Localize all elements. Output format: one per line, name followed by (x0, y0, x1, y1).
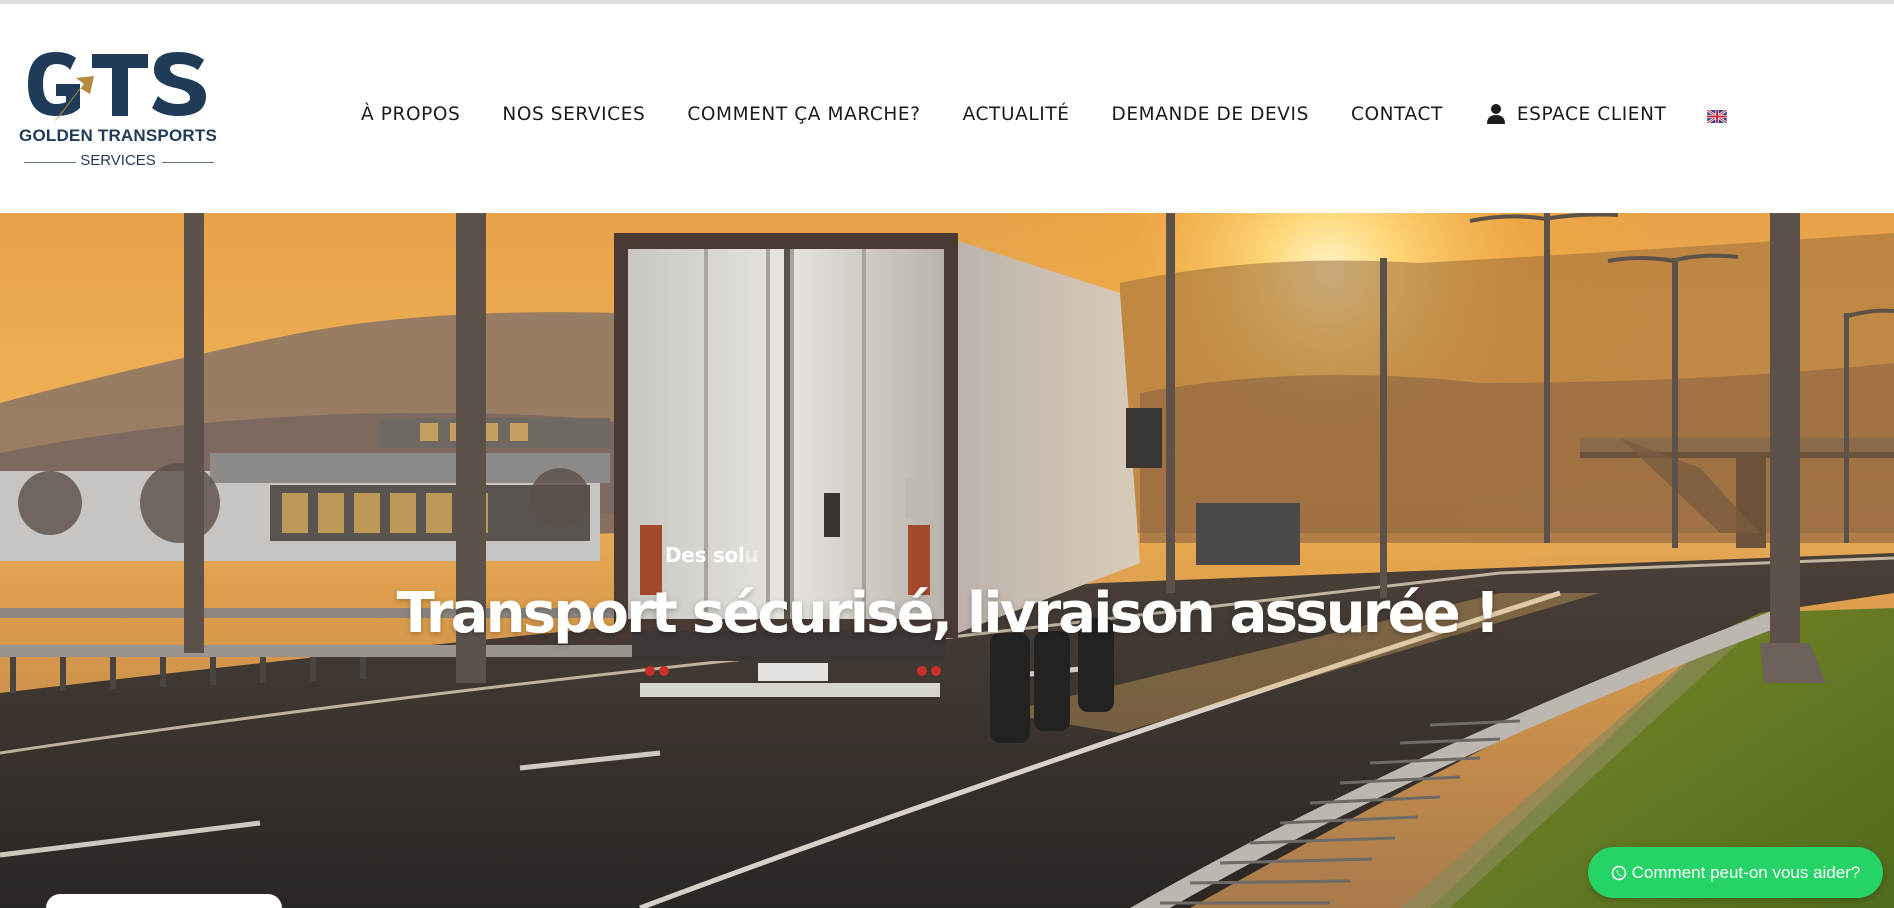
site-header: GOLDEN TRANSPORTS SERVICES À PROPOS NOS … (0, 4, 1894, 213)
user-icon (1486, 103, 1505, 125)
hero-subtitle-faded: u (744, 543, 759, 567)
main-navigation: À PROPOS NOS SERVICES COMMENT ÇA MARCHE?… (361, 100, 1728, 128)
hero-subtitle-visible: Des sol (665, 543, 745, 567)
nav-item-a-propos[interactable]: À PROPOS (361, 104, 460, 125)
nav-item-actualite[interactable]: ACTUALITÉ (963, 104, 1070, 125)
hero-banner: Des solu Transport sécurisé, livraison a… (0, 213, 1894, 908)
whatsapp-button-label: Comment peut-on vous aider? (1631, 862, 1861, 882)
uk-flag-icon[interactable] (1706, 108, 1728, 124)
logo-rule (162, 162, 214, 163)
nav-item-contact[interactable]: CONTACT (1351, 104, 1443, 125)
logo-brand-name: GOLDEN TRANSPORTS (19, 126, 217, 145)
gts-monogram-icon (28, 52, 206, 122)
nav-item-espace-client[interactable]: ESPACE CLIENT (1486, 103, 1667, 125)
logo-tagline: SERVICES (80, 152, 156, 169)
content-card-edge (46, 894, 282, 908)
hero-background-image (0, 213, 1894, 908)
whatsapp-icon (1611, 865, 1627, 881)
hero-title: Transport sécurisé, livraison assurée ! (396, 581, 1501, 646)
espace-client-label: ESPACE CLIENT (1516, 103, 1667, 125)
nav-item-comment-ca-marche[interactable]: COMMENT ÇA MARCHE? (687, 104, 920, 125)
whatsapp-chat-button[interactable]: Comment peut-on vous aider? (1588, 847, 1883, 898)
site-logo[interactable]: GOLDEN TRANSPORTS SERVICES (16, 50, 222, 180)
nav-item-demande-de-devis[interactable]: DEMANDE DE DEVIS (1112, 104, 1309, 125)
nav-item-nos-services[interactable]: NOS SERVICES (502, 104, 645, 125)
hero-subtitle: Des solu (665, 543, 759, 567)
